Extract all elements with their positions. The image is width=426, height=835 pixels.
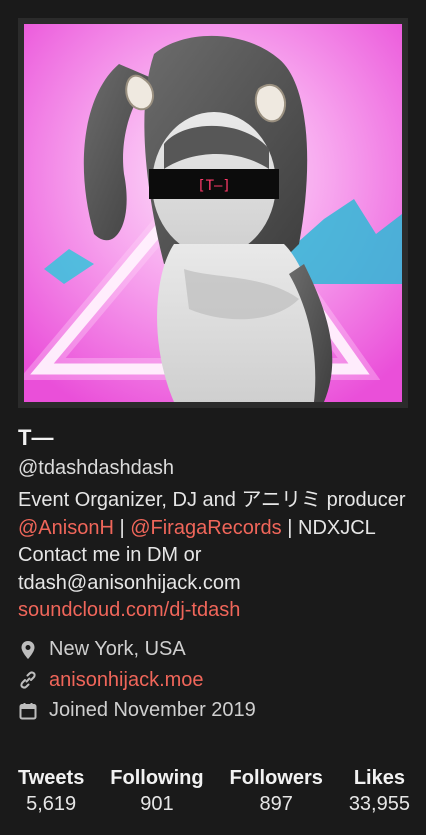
avatar-image: [T—] bbox=[24, 24, 402, 402]
stat-label: Likes bbox=[353, 767, 405, 789]
bio-mention-anisonh[interactable]: @AnisonH bbox=[18, 517, 114, 539]
handle: @tdashdashdash bbox=[18, 457, 174, 479]
stat-label: Following bbox=[110, 767, 204, 789]
stat-label: Tweets bbox=[18, 767, 85, 789]
joined-row: Joined November 2019 bbox=[18, 696, 412, 727]
map-pin-icon bbox=[18, 640, 38, 660]
stat-tweets[interactable]: Tweets 5,619 bbox=[18, 765, 84, 817]
stat-value: 897 bbox=[259, 793, 293, 815]
bio-separator: | bbox=[113, 516, 131, 539]
profile-info: T— @tdashdashdash Event Organizer, DJ an… bbox=[18, 424, 412, 726]
stat-followers[interactable]: Followers 897 bbox=[230, 765, 323, 817]
display-name: T— bbox=[18, 425, 54, 450]
stat-likes[interactable]: Likes 33,955 bbox=[349, 765, 410, 817]
svg-text:[T—]: [T—] bbox=[197, 178, 231, 194]
bio-mention-firagarecords[interactable]: @FiragaRecords bbox=[130, 517, 281, 539]
calendar-icon bbox=[18, 701, 38, 721]
website-link[interactable]: anisonhijack.moe bbox=[49, 669, 204, 692]
location-text: New York, USA bbox=[49, 638, 186, 661]
bio: Event Organizer, DJ and アニリミ producer @A… bbox=[18, 487, 412, 625]
stat-label: Followers bbox=[229, 767, 323, 789]
stat-following[interactable]: Following 901 bbox=[110, 765, 203, 817]
bio-ndxjcl: | NDXJCL bbox=[281, 516, 376, 539]
stat-value: 33,955 bbox=[348, 793, 410, 815]
stat-value: 5,619 bbox=[26, 793, 77, 815]
profile-avatar[interactable]: [T—] bbox=[18, 18, 408, 408]
joined-text: Joined November 2019 bbox=[49, 699, 256, 722]
location-row: New York, USA bbox=[18, 635, 412, 666]
website-row: anisonhijack.moe bbox=[18, 665, 412, 696]
profile-meta: New York, USA anisonhijack.moe Joined No… bbox=[18, 635, 412, 727]
stat-value: 901 bbox=[140, 793, 174, 815]
profile-stats: Tweets 5,619 Following 901 Followers 897… bbox=[18, 765, 410, 817]
bio-soundcloud-link[interactable]: soundcloud.com/dj-tdash bbox=[18, 599, 240, 621]
bio-contact: Contact me in DM or tdash@anisonhijack.c… bbox=[18, 544, 241, 594]
link-icon bbox=[18, 670, 38, 690]
bio-line1: Event Organizer, DJ and アニリミ producer bbox=[18, 489, 406, 511]
